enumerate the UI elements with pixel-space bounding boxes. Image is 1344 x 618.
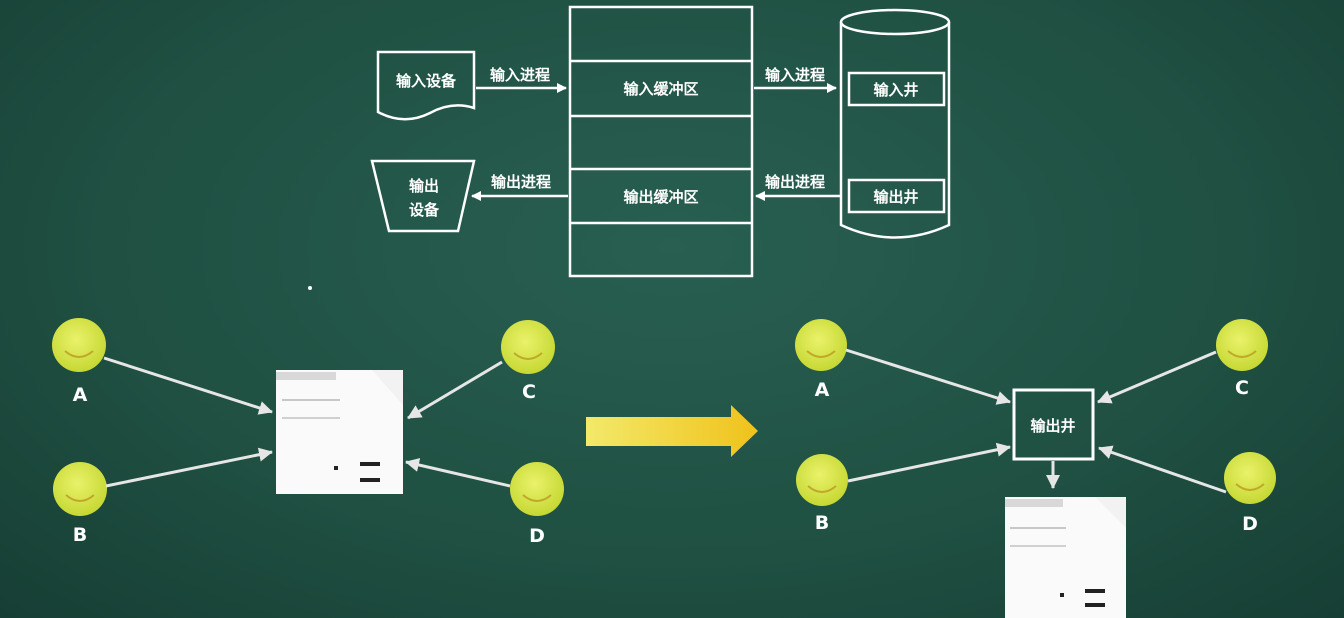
right-user-c-label: C bbox=[1235, 377, 1249, 399]
input-process-label-right: 输入进程 bbox=[765, 66, 825, 84]
transition-arrow bbox=[586, 405, 758, 457]
spool-well-label: 输出井 bbox=[1030, 417, 1075, 435]
output-device-label-2: 设备 bbox=[409, 201, 440, 219]
smiley-icon bbox=[1224, 452, 1276, 504]
left-user-a-label: A bbox=[73, 384, 88, 406]
smiley-icon bbox=[501, 320, 555, 374]
output-device-label-1: 输出 bbox=[409, 177, 439, 195]
input-device-label: 输入设备 bbox=[396, 72, 457, 90]
printer-icon bbox=[276, 370, 403, 494]
smiley-icon bbox=[1216, 319, 1268, 371]
right-arrow-c bbox=[1097, 350, 1217, 404]
smiley-icon bbox=[53, 462, 107, 516]
smiley-icon bbox=[795, 319, 847, 371]
buffer-column bbox=[568, 5, 754, 278]
smiley-icon bbox=[52, 318, 106, 372]
printer-icon bbox=[1005, 497, 1126, 618]
output-buffer-label: 输出缓冲区 bbox=[623, 188, 698, 206]
spooling-diagram: 输入设备 输出 设备 输入缓冲区 输出缓冲区 输入进程 输出进程 输入井 输出井… bbox=[52, 5, 1276, 618]
right-user-a-label: A bbox=[815, 379, 830, 401]
left-arrow-c bbox=[407, 360, 503, 420]
chalkboard: 输入设备 输出 设备 输入缓冲区 输出缓冲区 输入进程 输出进程 输入井 输出井… bbox=[0, 0, 1344, 618]
left-arrow-a bbox=[103, 356, 273, 415]
output-process-label-left: 输出进程 bbox=[491, 173, 551, 191]
right-user-b-label: B bbox=[815, 512, 829, 534]
output-well-label: 输出井 bbox=[873, 188, 918, 206]
smiley-icon bbox=[796, 454, 848, 506]
input-process-label-left: 输入进程 bbox=[490, 66, 550, 84]
right-arrow-a bbox=[845, 348, 1011, 405]
input-buffer-label: 输入缓冲区 bbox=[623, 80, 698, 98]
input-well-label: 输入井 bbox=[873, 81, 918, 99]
left-arrow-d bbox=[405, 458, 511, 488]
left-user-b-label: B bbox=[73, 524, 87, 546]
output-device-shape bbox=[370, 159, 476, 233]
right-arrow-b bbox=[847, 442, 1011, 483]
left-user-c-label: C bbox=[522, 381, 536, 403]
right-arrow-d bbox=[1098, 445, 1227, 494]
right-user-d-label: D bbox=[1242, 513, 1258, 535]
left-arrow-b bbox=[105, 447, 273, 488]
smiley-icon bbox=[510, 462, 564, 516]
chalk-dot bbox=[308, 286, 312, 290]
output-process-label-right: 输出进程 bbox=[765, 173, 825, 191]
left-user-d-label: D bbox=[529, 525, 545, 547]
